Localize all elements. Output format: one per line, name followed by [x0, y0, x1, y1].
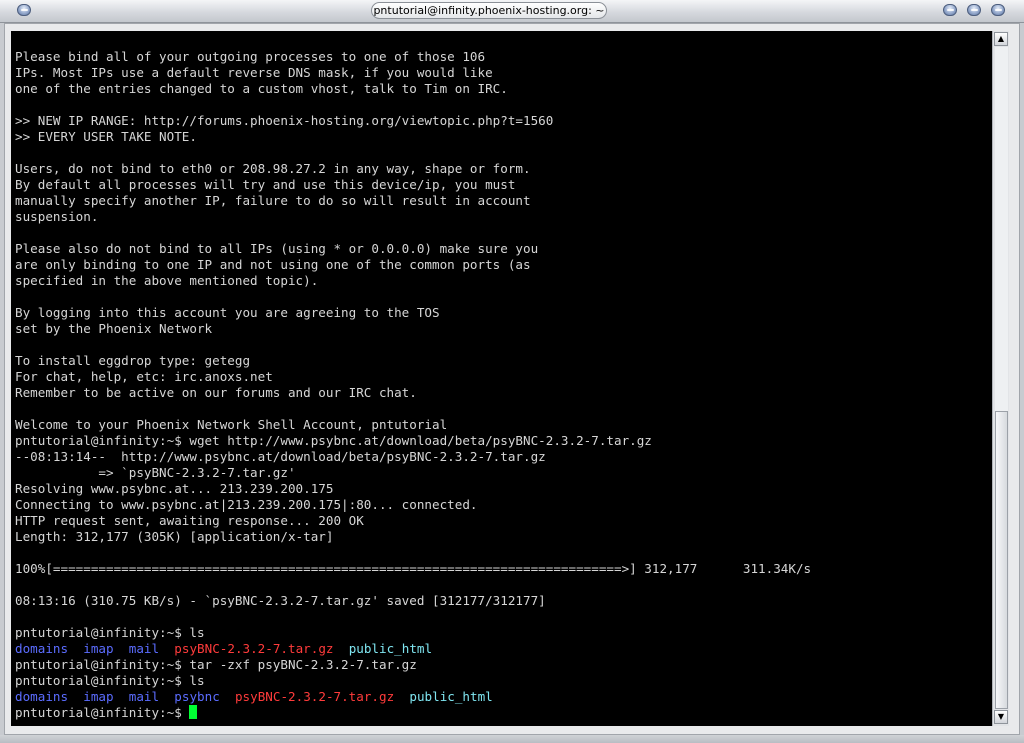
terminal-line: --08:13:14-- http://www.psybnc.at/downlo…	[15, 449, 546, 464]
window-title: pntutorial@infinity.phoenix-hosting.org:…	[371, 2, 607, 19]
terminal-line: Please also do not bind to all IPs (usin…	[15, 241, 539, 256]
close-icon	[994, 9, 1002, 11]
terminal-output[interactable]: Please bind all of your outgoing process…	[11, 31, 992, 726]
terminal-line: suspension.	[15, 209, 99, 224]
maximize-icon	[970, 9, 978, 11]
terminal-line: Length: 312,177 (305K) [application/x-ta…	[15, 529, 334, 544]
dir-mail: mail	[128, 689, 160, 704]
dir-domains: domains	[15, 689, 69, 704]
terminal-line: >> EVERY USER TAKE NOTE.	[15, 129, 197, 144]
command-line: pntutorial@infinity:~$ tar -zxf psyBNC-2…	[15, 657, 417, 672]
terminal-line: pntutorial@infinity:~$ wget http://www.p…	[15, 433, 652, 448]
ls-output-line: domains imap mail psyBNC-2.3.2-7.tar.gz …	[15, 641, 432, 657]
dir-public-html: public_html	[409, 689, 493, 704]
window-menu-button[interactable]	[17, 4, 31, 16]
terminal-line: Remember to be active on our forums and …	[15, 385, 417, 400]
scrollbar-track[interactable]	[995, 47, 1008, 709]
scrollbar-thumb[interactable]	[995, 411, 1008, 709]
terminal-line: By logging into this account you are agr…	[15, 305, 440, 320]
terminal-line: are only binding to one IP and not using…	[15, 257, 531, 272]
vertical-scrollbar[interactable]: ▲ ▼	[992, 31, 1009, 726]
terminal-line: specified in the above mentioned topic).	[15, 273, 319, 288]
terminal-line: Resolving www.psybnc.at... 213.239.200.1…	[15, 481, 334, 496]
shell-prompt: pntutorial@infinity:~$	[15, 705, 190, 720]
terminal-line: 100%[===================================…	[15, 561, 812, 576]
title-bar[interactable]: pntutorial@infinity.phoenix-hosting.org:…	[0, 0, 1024, 23]
menu-icon	[20, 9, 28, 11]
terminal-line: >> NEW IP RANGE: http://forums.phoenix-h…	[15, 113, 554, 128]
terminal-line: => `psyBNC-2.3.2-7.tar.gz'	[15, 465, 296, 480]
terminal-line: HTTP request sent, awaiting response... …	[15, 513, 364, 528]
window-bottom-edge	[0, 735, 1024, 743]
terminal-line: Please bind all of your outgoing process…	[15, 49, 486, 64]
minimize-icon	[946, 9, 954, 11]
scroll-up-button[interactable]: ▲	[994, 32, 1008, 46]
close-button[interactable]	[991, 4, 1005, 16]
terminal-line: By default all processes will try and us…	[15, 177, 516, 192]
text-cursor	[189, 705, 198, 719]
scroll-down-button[interactable]: ▼	[994, 710, 1008, 724]
terminal-line: Users, do not bind to eth0 or 208.98.27.…	[15, 161, 531, 176]
terminal-line: Connecting to www.psybnc.at|213.239.200.…	[15, 497, 478, 512]
dir-imap: imap	[83, 641, 114, 656]
dir-public-html: public_html	[348, 641, 433, 656]
minimize-button[interactable]	[943, 4, 957, 16]
file-tarball: psyBNC-2.3.2-7.tar.gz	[234, 689, 395, 704]
terminal-line: For chat, help, etc: irc.anoxs.net	[15, 369, 273, 384]
dir-imap: imap	[83, 689, 114, 704]
dir-mail: mail	[128, 641, 160, 656]
terminal-line: 08:13:16 (310.75 KB/s) - `psyBNC-2.3.2-7…	[15, 593, 546, 608]
arrow-up-icon: ▲	[997, 34, 1005, 43]
terminal-line: To install eggdrop type: getegg	[15, 353, 251, 368]
file-tarball: psyBNC-2.3.2-7.tar.gz	[174, 641, 334, 656]
terminal-line: one of the entries changed to a custom v…	[15, 81, 508, 96]
prompt-line[interactable]: pntutorial@infinity:~$	[15, 705, 198, 721]
terminal-line: manually specify another IP, failure to …	[15, 193, 531, 208]
terminal-line: set by the Phoenix Network	[15, 321, 213, 336]
dir-psybnc: psybnc	[174, 689, 220, 704]
terminal-line: Welcome to your Phoenix Network Shell Ac…	[15, 417, 448, 432]
terminal-line: IPs. Most IPs use a default reverse DNS …	[15, 65, 493, 80]
command-line: pntutorial@infinity:~$ ls	[15, 673, 205, 688]
terminal-line: pntutorial@infinity:~$ ls	[15, 625, 205, 640]
ls-output-line: domains imap mail psybnc psyBNC-2.3.2-7.…	[15, 689, 493, 705]
arrow-down-icon: ▼	[997, 712, 1005, 721]
maximize-button[interactable]	[967, 4, 981, 16]
dir-domains: domains	[15, 641, 69, 656]
